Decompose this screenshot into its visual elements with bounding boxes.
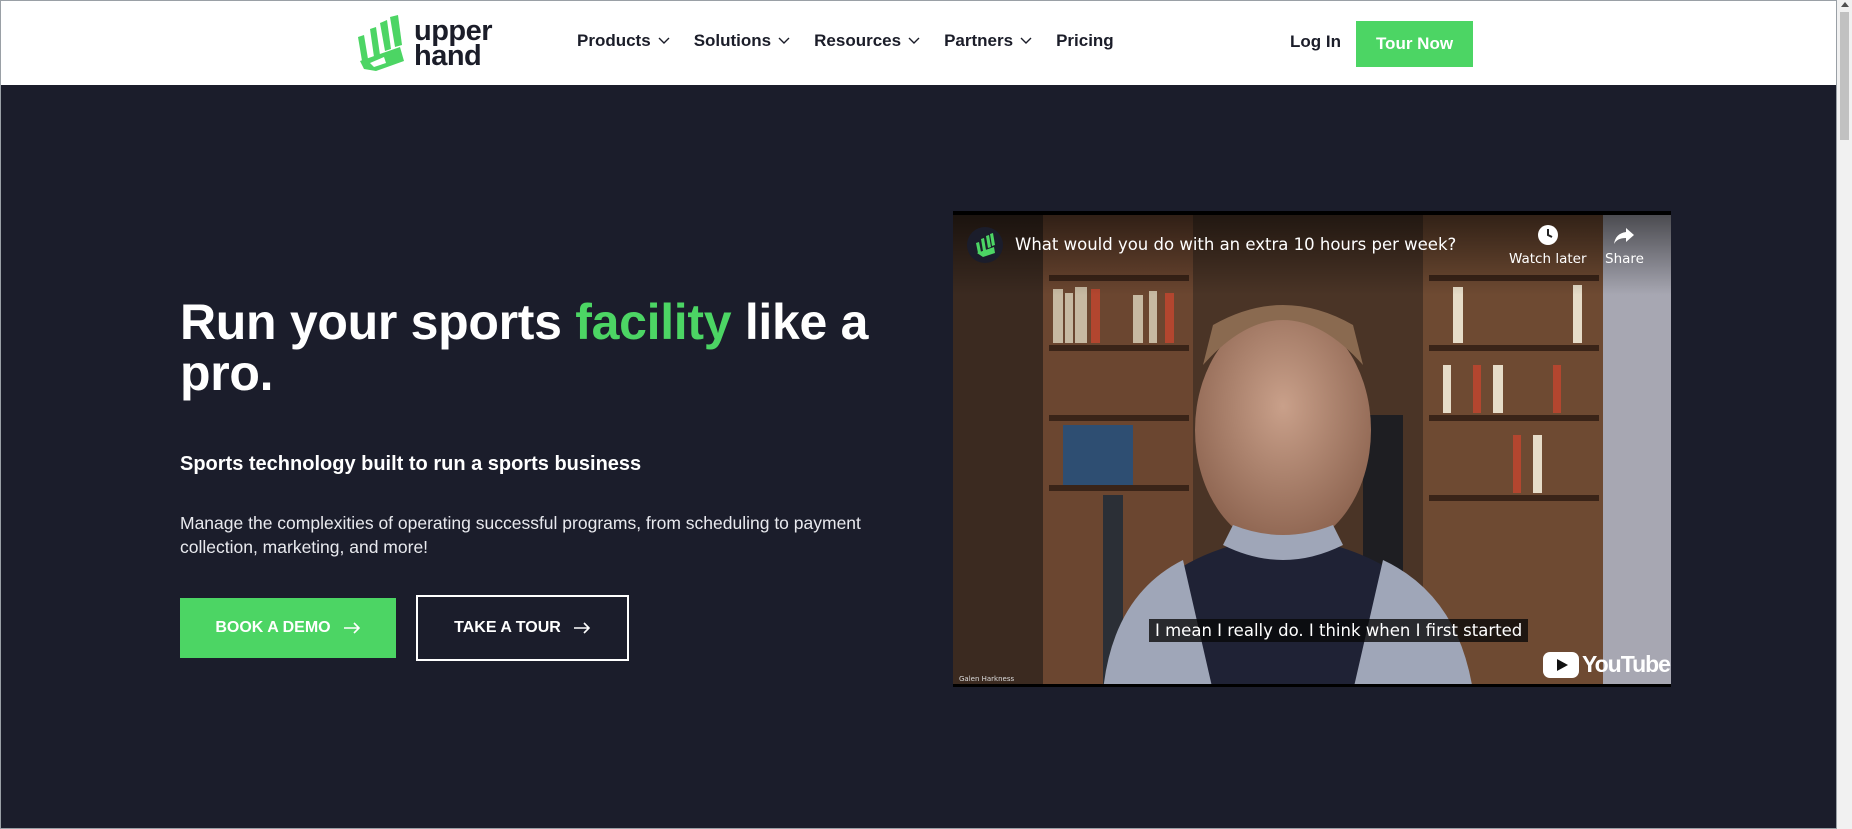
channel-avatar[interactable] bbox=[967, 227, 1003, 263]
chevron-down-icon bbox=[658, 37, 670, 44]
page-scrollbar[interactable] bbox=[1837, 0, 1852, 829]
hero-subhead: Sports technology built to run a sports … bbox=[180, 453, 642, 475]
hero-section: Run your sports facility like a pro. Spo… bbox=[1, 85, 1836, 828]
site-header: upper hand Products Solutions Resources … bbox=[1, 1, 1836, 85]
nav-partners[interactable]: Partners bbox=[944, 31, 1032, 51]
headline-accent: facility bbox=[575, 294, 732, 350]
nav-pricing[interactable]: Pricing bbox=[1056, 31, 1114, 51]
watch-later-button[interactable]: Watch later bbox=[1509, 223, 1587, 267]
tour-now-button[interactable]: Tour Now bbox=[1356, 21, 1473, 67]
video-player[interactable]: What would you do with an extra 10 hours… bbox=[953, 211, 1671, 687]
arrow-right-icon bbox=[343, 622, 360, 634]
nav-solutions-label: Solutions bbox=[693, 31, 772, 50]
login-link[interactable]: Log In bbox=[1290, 32, 1341, 52]
take-tour-button[interactable]: TAKE A TOUR bbox=[416, 595, 629, 661]
clock-icon bbox=[1537, 225, 1558, 245]
browser-page: upper hand Products Solutions Resources … bbox=[0, 0, 1837, 829]
nav-products-label: Products bbox=[577, 31, 651, 50]
nav-resources-label: Resources bbox=[814, 31, 902, 50]
main-nav: Products Solutions Resources Partners Pr… bbox=[577, 31, 1138, 51]
chevron-down-icon bbox=[778, 37, 790, 44]
share-button[interactable]: Share bbox=[1605, 223, 1644, 267]
upper-hand-logo[interactable]: upper hand bbox=[354, 15, 493, 73]
chevron-down-icon bbox=[908, 37, 920, 44]
book-demo-button[interactable]: BOOK A DEMO bbox=[180, 598, 396, 658]
nav-solutions[interactable]: Solutions bbox=[694, 31, 790, 51]
logo-line-2: hand bbox=[414, 40, 482, 72]
share-label: Share bbox=[1605, 251, 1644, 267]
hero-body: Manage the complexities of operating suc… bbox=[180, 513, 861, 557]
hero-headline: Run your sports facility like a pro. bbox=[180, 297, 900, 399]
headline-part-1: Run your sports bbox=[180, 294, 576, 350]
share-icon bbox=[1614, 228, 1635, 244]
logo-wordmark: upper hand bbox=[414, 17, 493, 72]
book-demo-label: BOOK A DEMO bbox=[215, 619, 331, 636]
scroll-up-arrow-icon[interactable] bbox=[1840, 2, 1849, 7]
take-tour-label: TAKE A TOUR bbox=[454, 619, 561, 636]
speaker-name-tag: Galen Harkness bbox=[959, 675, 1015, 683]
watch-later-label: Watch later bbox=[1509, 251, 1587, 267]
youtube-logo[interactable]: YouTube bbox=[1543, 651, 1671, 678]
scroll-thumb[interactable] bbox=[1840, 12, 1849, 140]
youtube-wordmark: YouTube bbox=[1582, 651, 1671, 677]
nav-products[interactable]: Products bbox=[577, 31, 670, 51]
arrow-right-icon bbox=[573, 622, 590, 634]
hand-logo-icon bbox=[976, 233, 995, 257]
chevron-down-icon bbox=[1020, 37, 1032, 44]
play-icon bbox=[1543, 651, 1579, 678]
nav-resources[interactable]: Resources bbox=[814, 31, 920, 51]
hand-logo-icon bbox=[358, 15, 404, 71]
nav-pricing-label: Pricing bbox=[1056, 31, 1114, 50]
nav-partners-label: Partners bbox=[944, 31, 1014, 50]
video-title[interactable]: What would you do with an extra 10 hours… bbox=[1015, 235, 1456, 254]
video-caption: I mean I really do. I think when I first… bbox=[1149, 619, 1529, 642]
